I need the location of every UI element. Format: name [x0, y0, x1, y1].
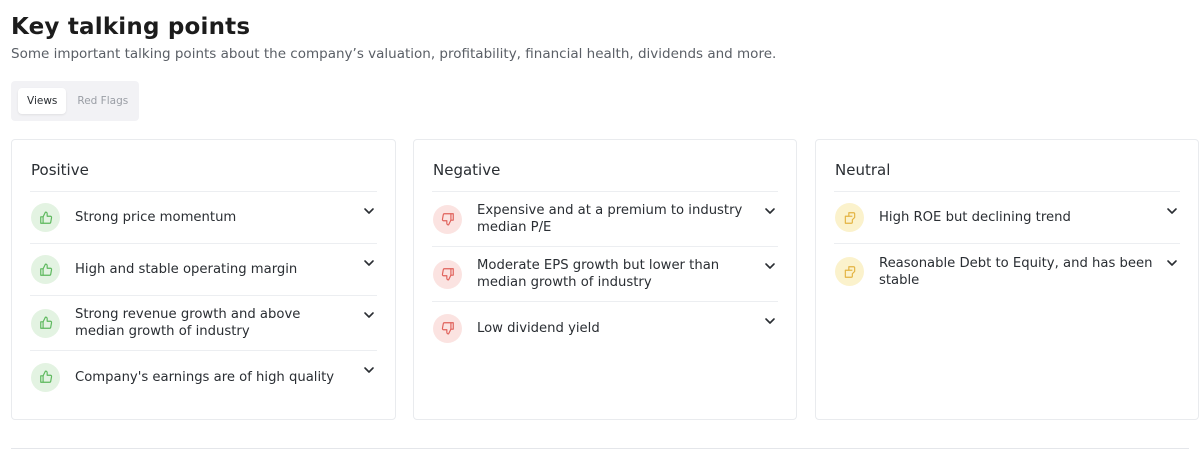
neutral-item-1[interactable]: High ROE but declining trend — [834, 192, 1180, 244]
thumbs-up-icon — [31, 308, 60, 338]
neutral-card: Neutral High ROE but declining trend Rea… — [815, 139, 1199, 420]
positive-item-3[interactable]: Strong revenue growth and above median g… — [30, 296, 377, 351]
thumbs-up-icon — [31, 203, 60, 232]
positive-item-4[interactable]: Company's earnings are of high quality — [30, 351, 377, 403]
thumbs-down-icon — [433, 204, 462, 234]
tab-views[interactable]: Views — [18, 88, 67, 114]
negative-item-label: Low dividend yield — [477, 320, 600, 336]
thumbs-down-icon — [433, 313, 462, 343]
positive-item-label: Strong revenue growth and above median g… — [75, 307, 301, 339]
thumbs-up-icon — [31, 362, 60, 392]
chevron-down-icon[interactable] — [764, 205, 776, 217]
thumbs-up-icon — [31, 255, 60, 284]
chevron-down-icon[interactable] — [363, 257, 375, 269]
negative-item-label: Expensive and at a premium to industry m… — [477, 203, 743, 235]
chevron-down-icon[interactable] — [363, 309, 375, 321]
chevron-down-icon[interactable] — [363, 205, 375, 217]
neutral-item-label: Reasonable Debt to Equity, and has been … — [879, 255, 1153, 288]
thumbs-down-icon — [433, 259, 462, 289]
positive-item-1[interactable]: Strong price momentum — [30, 192, 377, 244]
thumbs-sideways-icon — [835, 203, 864, 232]
tab-red-flags[interactable]: Red Flags — [68, 88, 137, 114]
positive-card-title: Positive — [30, 140, 377, 192]
positive-card: Positive Strong price momentum High and … — [11, 139, 396, 420]
chevron-down-icon[interactable] — [1166, 205, 1178, 217]
negative-item-1[interactable]: Expensive and at a premium to industry m… — [432, 192, 778, 247]
negative-card: Negative Expensive and at a premium to i… — [413, 139, 797, 420]
neutral-item-label: High ROE but declining trend — [879, 210, 1071, 225]
page-title: Key talking points — [11, 14, 251, 40]
positive-item-label: High and stable operating margin — [75, 262, 298, 277]
thumbs-sideways-icon — [835, 257, 864, 286]
neutral-card-title: Neutral — [834, 140, 1180, 192]
chevron-down-icon[interactable] — [1166, 257, 1178, 269]
negative-card-title: Negative — [432, 140, 778, 192]
negative-item-3[interactable]: Low dividend yield — [432, 302, 778, 354]
chevron-down-icon[interactable] — [764, 260, 776, 272]
view-tabs: Views Red Flags — [11, 81, 139, 121]
neutral-item-2[interactable]: Reasonable Debt to Equity, and has been … — [834, 244, 1180, 299]
positive-item-label: Strong price momentum — [75, 210, 237, 225]
section-divider — [11, 448, 1189, 449]
positive-item-2[interactable]: High and stable operating margin — [30, 244, 377, 296]
page-subtitle: Some important talking points about the … — [11, 46, 777, 62]
positive-item-label: Company's earnings are of high quality — [75, 369, 335, 385]
chevron-down-icon[interactable] — [764, 315, 776, 327]
chevron-down-icon[interactable] — [363, 364, 375, 376]
negative-item-label: Moderate EPS growth but lower than media… — [477, 258, 720, 290]
negative-item-2[interactable]: Moderate EPS growth but lower than media… — [432, 247, 778, 302]
